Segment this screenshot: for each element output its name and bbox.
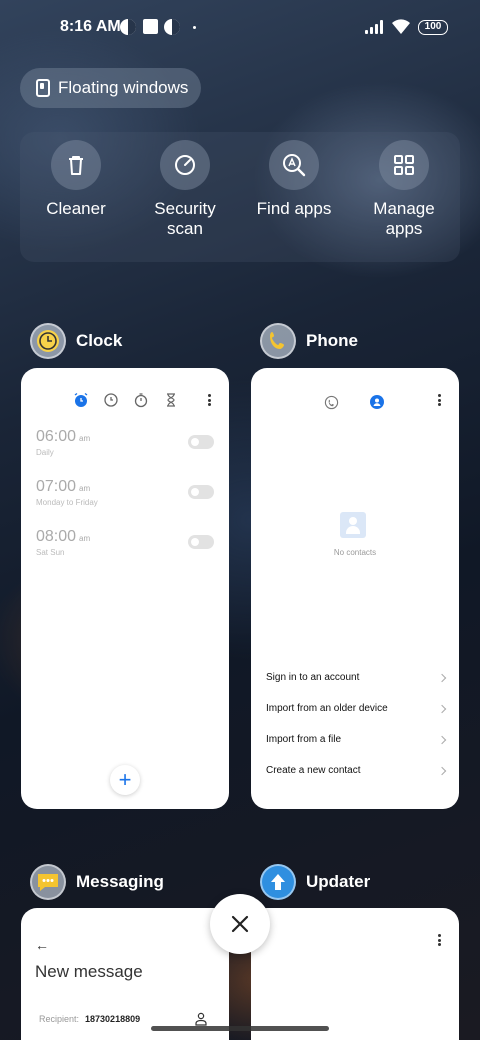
manage-apps-button[interactable]: Manage apps [349,140,459,239]
messaging-app-card[interactable]: ← New message Recipient: 18730218809 [21,908,229,1040]
alarm-repeat: Sat Sun [36,548,65,557]
world-clock-tab-icon[interactable] [103,392,119,408]
notification-icon [120,19,136,35]
notification-square-icon [143,19,158,34]
clear-all-button[interactable] [210,894,270,954]
more-options-icon[interactable] [207,394,211,406]
alarm-toggle[interactable] [188,535,214,549]
alarm-ampm: am [79,534,91,543]
no-contacts-text: No contacts [333,548,377,557]
recipient-label: Recipient: [39,1014,80,1024]
back-arrow-icon[interactable]: ← [35,937,49,953]
battery-icon: 100 [418,20,448,35]
search-app-icon [269,140,319,190]
alarm-time: 06:00 [36,428,77,445]
find-apps-label: Find apps [256,199,332,218]
stopwatch-tab-icon[interactable] [133,392,149,408]
trash-icon [51,140,101,190]
status-time: 8:16 AM [60,18,121,35]
floating-windows-button[interactable]: Floating windows [20,68,201,108]
messaging-app-name: Messaging [76,872,164,891]
grid-icon [379,140,429,190]
import-file-option[interactable]: Import from a file [266,734,446,745]
import-older-device-option[interactable]: Import from an older device [266,703,446,714]
updater-app-icon [260,864,296,900]
alarm-time: 08:00 [36,528,77,545]
sign-in-option[interactable]: Sign in to an account [266,672,446,683]
more-notifications-icon [193,26,196,29]
plus-icon: + [118,767,132,792]
messaging-app-icon [30,864,66,900]
phone-app-icon [260,323,296,359]
clock-tabs [73,392,179,408]
phone-app-header[interactable]: Phone [260,323,358,359]
alarm-repeat: Daily [36,448,54,457]
alarm-ampm: am [79,484,91,493]
security-scan-button[interactable]: Security scan [130,140,240,239]
updater-app-name: Updater [306,872,371,891]
clock-app-icon [30,323,66,359]
empty-contacts-icon [340,512,366,538]
clock-app-header[interactable]: Clock [30,323,122,359]
alarm-toggle[interactable] [188,435,214,449]
create-contact-option[interactable]: Create a new contact [266,765,446,776]
recipient-field[interactable]: Recipient: 18730218809 [39,1014,140,1024]
speed-gauge-icon [160,140,210,190]
more-options-icon[interactable] [437,394,441,406]
updater-app-card[interactable] [251,908,459,1040]
alarm-time: 07:00 [36,478,77,495]
alarm-repeat: Monday to Friday [36,498,98,507]
close-icon [231,915,249,933]
signal-icon [365,20,385,34]
floating-windows-label: Floating windows [58,78,189,97]
cleaner-label: Cleaner [46,199,106,218]
status-bar: 8:16 AM 100 [0,0,480,56]
security-scan-label: Security scan [154,199,216,238]
updater-app-header[interactable]: Updater [260,864,370,900]
phone-app-name: Phone [306,331,358,350]
alarm-tab-icon[interactable] [73,392,89,408]
messaging-app-header[interactable]: Messaging [30,864,164,900]
wifi-icon [392,19,410,34]
contacts-tab-icon[interactable] [370,395,384,409]
more-options-icon[interactable] [437,934,441,946]
timer-tab-icon[interactable] [163,392,179,408]
cleaner-button[interactable]: Cleaner [21,140,131,219]
contact-picker-icon[interactable] [195,1012,207,1026]
new-message-title: New message [35,962,143,981]
notification-icon [164,19,180,35]
add-alarm-button[interactable]: + [110,765,140,795]
alarm-toggle[interactable] [188,485,214,499]
recipient-value: 18730218809 [85,1014,141,1024]
find-apps-button[interactable]: Find apps [239,140,349,219]
clock-app-card[interactable]: 06:00 am Daily 07:00 am Monday to Friday 0… [21,368,229,809]
home-indicator[interactable] [151,1026,329,1031]
clock-app-name: Clock [76,331,123,350]
floating-window-icon [36,79,50,97]
recents-tab-icon[interactable] [324,395,339,410]
manage-apps-label: Manage apps [373,199,435,238]
phone-app-card[interactable]: No contacts Sign in to an account Import… [251,368,459,809]
alarm-ampm: am [79,434,91,443]
